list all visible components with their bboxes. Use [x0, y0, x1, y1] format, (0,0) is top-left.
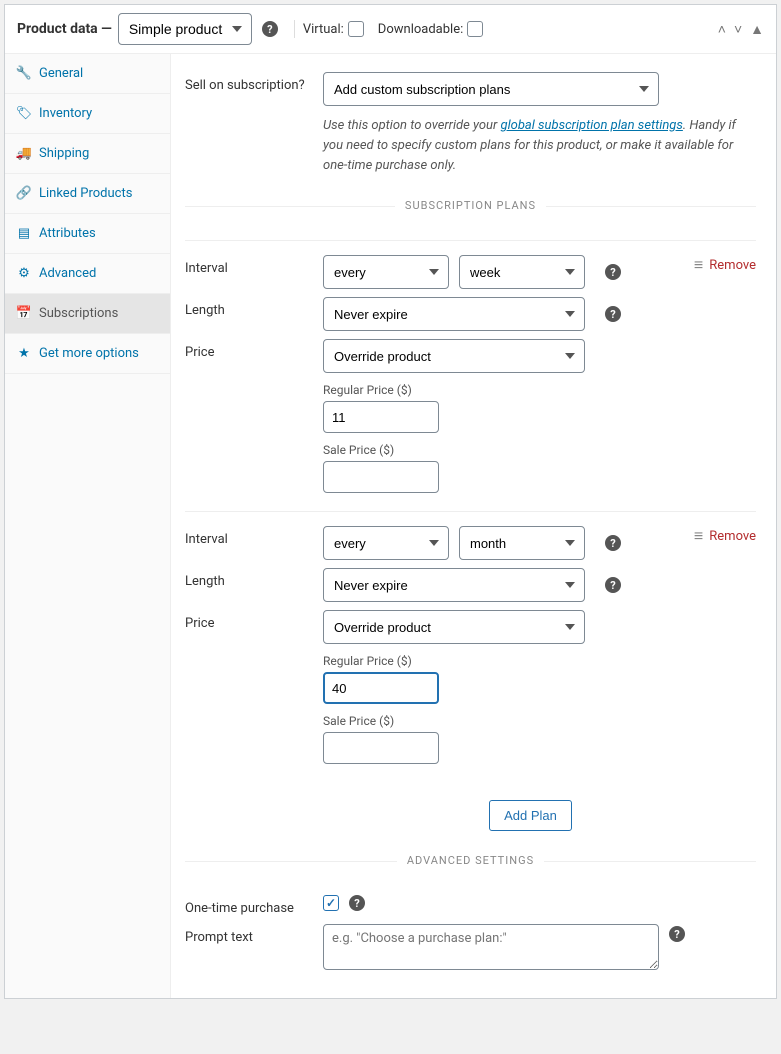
tab-general[interactable]: 🔧General [5, 54, 170, 94]
interval-label: Interval [185, 255, 323, 276]
tab-attributes[interactable]: ▤Attributes [5, 214, 170, 254]
help-icon[interactable]: ? [669, 926, 685, 942]
tabs-sidebar: 🔧General 🏷Inventory 🚚Shipping 🔗Linked Pr… [5, 54, 171, 998]
help-icon[interactable]: ? [605, 306, 621, 322]
tab-linked[interactable]: 🔗Linked Products [5, 174, 170, 214]
regular-price-label: Regular Price ($) [323, 383, 756, 397]
price-label: Price [185, 610, 323, 631]
interval-label: Interval [185, 526, 323, 547]
separator [294, 20, 295, 38]
help-icon[interactable]: ? [262, 21, 278, 37]
wrench-icon: 🔧 [17, 67, 31, 81]
interval-every-select[interactable]: every [323, 255, 449, 289]
sell-on-select[interactable]: Add custom subscription plans [323, 72, 659, 106]
interval-every-select[interactable]: every [323, 526, 449, 560]
collapse-icon[interactable]: ▲ [750, 21, 764, 38]
link-icon: 🔗 [17, 187, 31, 201]
star-icon: ★ [17, 347, 31, 361]
interval-unit-select[interactable]: week [459, 255, 585, 289]
list-icon: ▤ [17, 227, 31, 241]
drag-icon[interactable]: ≡ [694, 255, 703, 275]
sale-price-label: Sale Price ($) [323, 443, 756, 457]
downloadable-label: Downloadable: [378, 21, 483, 37]
virtual-checkbox[interactable] [348, 21, 364, 37]
add-plan-button[interactable]: Add Plan [489, 800, 572, 831]
sell-on-description: Use this option to override your global … [323, 116, 756, 176]
remove-plan-button[interactable]: ≡ Remove [694, 526, 756, 546]
price-mode-select[interactable]: Override product [323, 610, 585, 644]
calendar-icon: 📅 [17, 307, 31, 321]
tab-advanced[interactable]: ⚙Advanced [5, 254, 170, 294]
gear-icon: ⚙ [17, 267, 31, 281]
price-mode-select[interactable]: Override product [323, 339, 585, 373]
truck-icon: 🚚 [17, 147, 31, 161]
length-label: Length [185, 568, 323, 589]
sale-price-label: Sale Price ($) [323, 714, 756, 728]
tag-icon: 🏷 [17, 107, 31, 121]
subscription-plan: ≡ Remove Interval every week ? Length Ne… [185, 240, 756, 511]
section-advanced-divider: ADVANCED SETTINGS [185, 861, 756, 877]
onetime-label: One-time purchase [185, 895, 323, 916]
move-down-icon[interactable]: ˅ [734, 21, 742, 38]
prompt-label: Prompt text [185, 924, 323, 945]
tab-more[interactable]: ★Get more options [5, 334, 170, 374]
help-icon[interactable]: ? [605, 577, 621, 593]
drag-icon[interactable]: ≡ [694, 526, 703, 546]
length-select[interactable]: Never expire [323, 297, 585, 331]
downloadable-checkbox[interactable] [467, 21, 483, 37]
remove-plan-button[interactable]: ≡ Remove [694, 255, 756, 275]
help-icon[interactable]: ? [605, 535, 621, 551]
length-select[interactable]: Never expire [323, 568, 585, 602]
regular-price-input[interactable] [323, 401, 439, 433]
regular-price-input[interactable] [323, 672, 439, 704]
help-icon[interactable]: ? [605, 264, 621, 280]
tab-content: Sell on subscription? Add custom subscri… [171, 54, 776, 998]
sale-price-input[interactable] [323, 732, 439, 764]
panel-header: Product data — Simple product ? Virtual:… [5, 5, 776, 54]
subscription-plan: ≡ Remove Interval every month ? Length N… [185, 511, 756, 782]
tab-shipping[interactable]: 🚚Shipping [5, 134, 170, 174]
product-type-select[interactable]: Simple product [118, 13, 252, 45]
move-up-icon[interactable]: ˄ [718, 21, 726, 38]
prompt-textarea[interactable] [323, 924, 659, 970]
panel-title: Product data — [17, 21, 112, 37]
interval-unit-select[interactable]: month [459, 526, 585, 560]
length-label: Length [185, 297, 323, 318]
section-plans-divider: SUBSCRIPTION PLANS [185, 206, 756, 222]
global-settings-link[interactable]: global subscription plan settings [500, 118, 682, 133]
product-data-panel: Product data — Simple product ? Virtual:… [4, 4, 777, 999]
price-label: Price [185, 339, 323, 360]
tab-inventory[interactable]: 🏷Inventory [5, 94, 170, 134]
onetime-checkbox[interactable]: ✓ [323, 895, 339, 911]
tab-subscriptions[interactable]: 📅Subscriptions [5, 294, 170, 334]
sell-on-label: Sell on subscription? [185, 72, 323, 93]
virtual-label: Virtual: [303, 21, 364, 37]
sale-price-input[interactable] [323, 461, 439, 493]
regular-price-label: Regular Price ($) [323, 654, 756, 668]
help-icon[interactable]: ? [349, 895, 365, 911]
